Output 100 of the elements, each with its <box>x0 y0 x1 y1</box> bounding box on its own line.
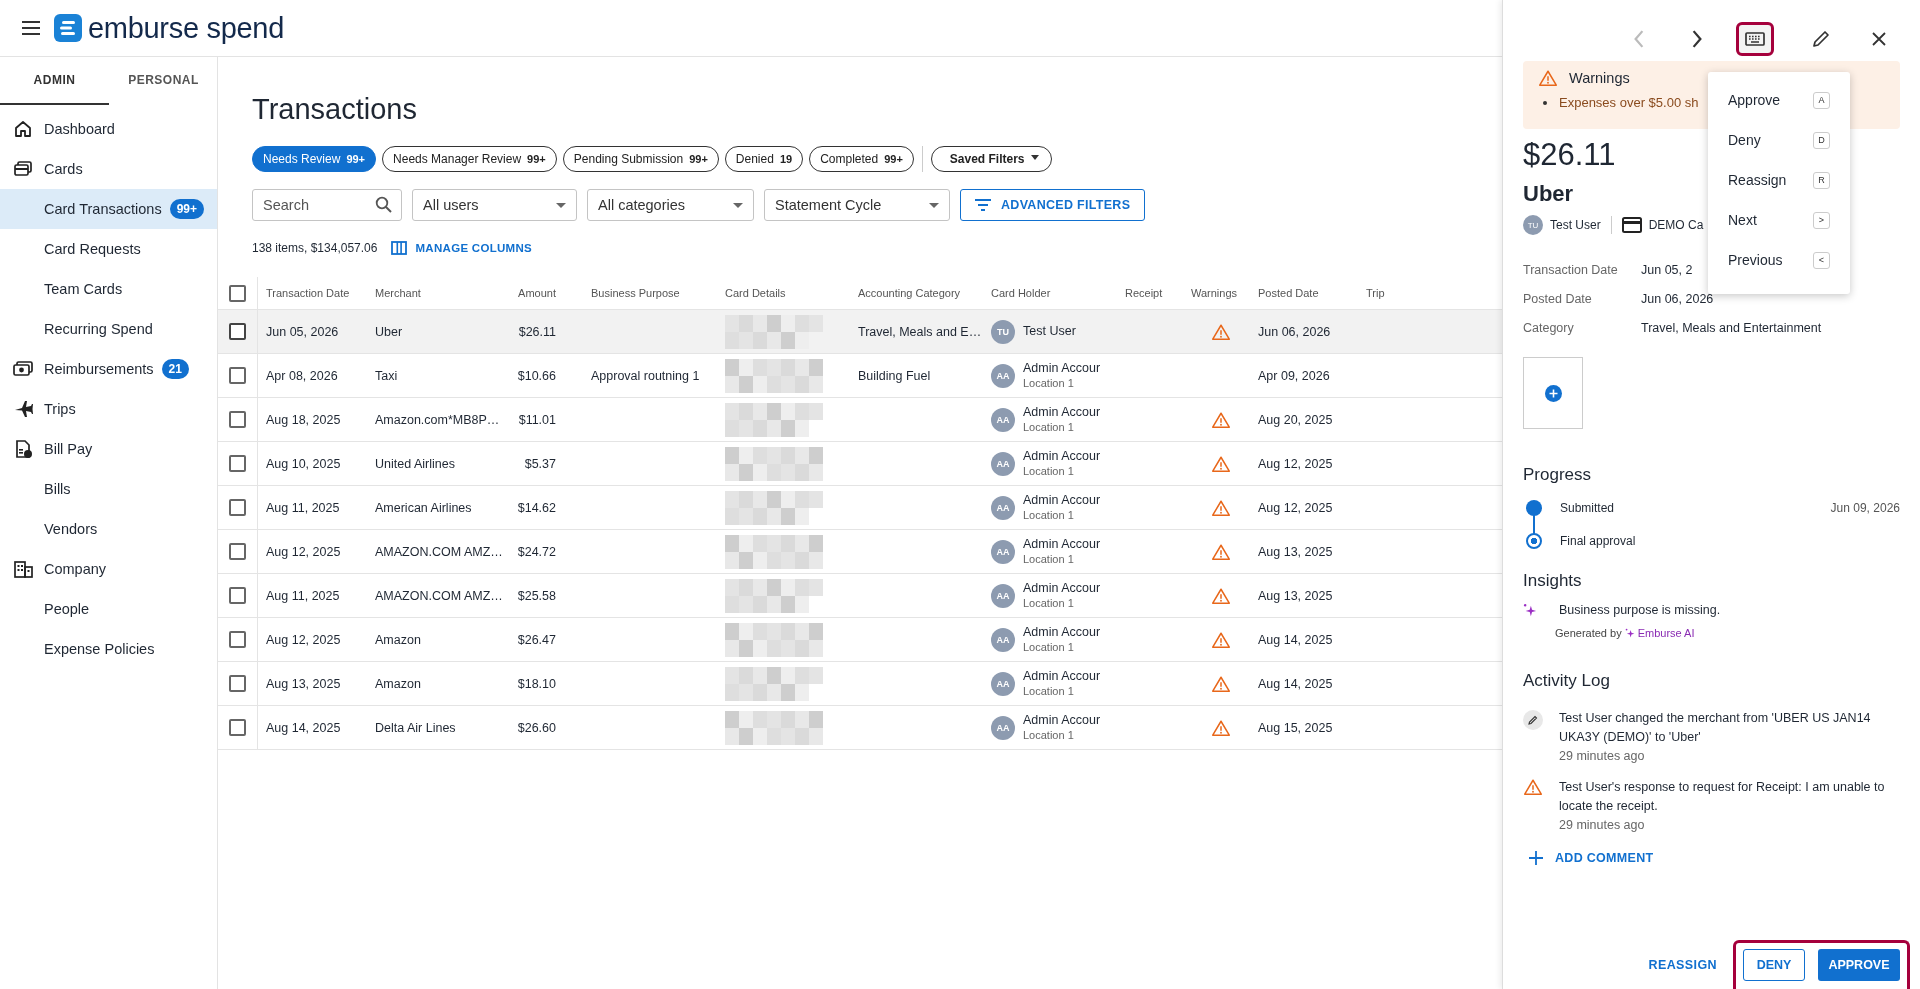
nav-item[interactable]: Card Requests <box>0 229 217 269</box>
nav-label: Card Transactions <box>44 201 162 217</box>
nav-item[interactable]: Vendors <box>0 509 217 549</box>
checkbox[interactable] <box>229 323 246 340</box>
select-field[interactable]: Statement Cycle <box>764 189 950 221</box>
holder-location: Location 1 <box>1023 595 1075 611</box>
filter-chip[interactable]: Completed 99+ <box>809 146 914 172</box>
table-cell-text: Apr 08, 2026 <box>265 368 339 383</box>
avatar: AA <box>991 451 1015 476</box>
table-cell-text: Aug 15, 2025 <box>1257 720 1334 735</box>
insight-text: Business purpose is missing. <box>1559 603 1721 617</box>
nav-item[interactable]: Bills <box>0 469 217 509</box>
manage-columns-link[interactable]: MANAGE COLUMNS <box>391 241 533 255</box>
avatar: AA <box>991 363 1015 388</box>
nav-item[interactable]: Dashboard <box>0 109 217 149</box>
avatar: AA <box>991 671 1015 696</box>
avatar: AA <box>991 495 1015 520</box>
checkbox[interactable] <box>229 367 246 384</box>
checkbox[interactable] <box>229 499 246 516</box>
holder-name: Test User <box>1023 324 1076 339</box>
generated-by-label: Generated by <box>1555 627 1622 639</box>
checkbox[interactable] <box>229 455 246 472</box>
nav-item[interactable]: Expense Policies <box>0 629 217 669</box>
column-header: Card Details <box>724 287 787 299</box>
menu-item[interactable]: Reassign R <box>1708 160 1850 200</box>
nav-item[interactable]: Cards <box>0 149 217 189</box>
advanced-filters-button[interactable]: ADVANCED FILTERS <box>960 189 1146 221</box>
holder-name: Admin Accour <box>1023 360 1101 376</box>
nav-tab[interactable]: PERSONAL <box>109 57 217 105</box>
document-icon <box>13 439 33 459</box>
user-name: Test User <box>1550 218 1601 232</box>
menu-icon[interactable] <box>22 21 40 35</box>
menu-item[interactable]: Previous < <box>1708 240 1850 280</box>
menu-item[interactable]: Next > <box>1708 200 1850 240</box>
filter-chip[interactable]: Needs Manager Review 99+ <box>382 146 557 172</box>
nav-item[interactable]: Bill Pay <box>0 429 217 469</box>
table-row[interactable]: Aug 11, 2025 American Airlines $14.62 AA Admin Accour Location 1 Aug 12, 2025 <box>218 486 1502 530</box>
saved-filters-button[interactable]: Saved Filters <box>930 146 1052 172</box>
building-icon <box>13 559 33 579</box>
table-cell-text: $11.01 <box>517 412 557 427</box>
table-row[interactable]: Aug 12, 2025 AMAZON.COM AMZ… $24.72 AA Admin Accour Location 1 Aug 13, 2025 <box>218 530 1502 574</box>
nav-item[interactable]: Team Cards <box>0 269 217 309</box>
table-cell-text: $25.58 <box>516 588 557 603</box>
deny-button[interactable]: DENY <box>1743 949 1805 981</box>
table-row[interactable]: Aug 18, 2025 Amazon.com*MB8P… $11.01 AA Admin Accour Location 1 Aug 20, 2025 <box>218 398 1502 442</box>
checkbox[interactable] <box>229 719 246 736</box>
search-field[interactable]: Search <box>252 189 402 221</box>
select-value: All users <box>423 197 479 213</box>
sparkle-icon <box>1523 603 1537 617</box>
add-comment-button[interactable]: ADD COMMENT <box>1523 851 1900 865</box>
reassign-button[interactable]: REASSIGN <box>1648 957 1717 972</box>
checkbox[interactable] <box>229 587 246 604</box>
bullet-icon <box>1543 100 1547 105</box>
columns-icon <box>391 241 408 255</box>
sparkle-icon <box>1624 628 1635 638</box>
table-row[interactable]: Aug 11, 2025 AMAZON.COM AMZ… $25.58 AA Admin Accour Location 1 Aug 13, 2025 <box>218 574 1502 618</box>
menu-item[interactable]: Deny D <box>1708 120 1850 160</box>
column-header: Accounting Category <box>857 287 962 299</box>
table-row[interactable]: Jun 05, 2026 Uber $26.11 Travel, Meals and E… TU Test User Jun 06, 2026 <box>218 310 1502 354</box>
table-row[interactable]: Aug 14, 2025 Delta Air Lines $26.60 AA Admin Accour Location 1 Aug 15, 2025 <box>218 706 1502 750</box>
menu-item[interactable]: Approve A <box>1708 80 1850 120</box>
nav-tab[interactable]: ADMIN <box>0 57 109 105</box>
section-title: Insights <box>1523 571 1583 591</box>
nav-item[interactable]: Trips <box>0 389 217 429</box>
nav-item[interactable]: Reimbursements 21 <box>0 349 217 389</box>
approve-button[interactable]: APPROVE <box>1818 949 1900 981</box>
nav-item[interactable]: People <box>0 589 217 629</box>
section-title: Progress <box>1523 465 1593 485</box>
table-row[interactable]: Aug 13, 2025 Amazon $18.10 AA Admin Accour Location 1 Aug 14, 2025 <box>218 662 1502 706</box>
checkbox[interactable] <box>229 411 246 428</box>
table-cell-text: Building Fuel <box>857 368 932 383</box>
table-cell-text: Approval routning 1 <box>590 368 701 383</box>
keyboard-button[interactable] <box>1736 22 1774 56</box>
activity-text: Test User's response to request for Receipt: I am unable to locate the receipt. <box>1559 779 1886 815</box>
table-cell-text: Aug 12, 2025 <box>1257 500 1334 515</box>
nav-item[interactable]: Company <box>0 549 217 589</box>
nav-item[interactable]: Recurring Spend <box>0 309 217 349</box>
nav-item[interactable]: Card Transactions 99+ <box>0 189 217 229</box>
card-icon <box>1621 217 1642 233</box>
holder-name: Admin Accour <box>1023 624 1101 640</box>
next-icon <box>1692 30 1702 48</box>
checkbox[interactable] <box>229 543 246 560</box>
plus-icon <box>1529 851 1543 865</box>
nav-label: Vendors <box>44 521 98 537</box>
table-row[interactable]: Aug 12, 2025 Amazon $26.47 AA Admin Accour Location 1 Aug 14, 2025 <box>218 618 1502 662</box>
filter-chip[interactable]: Denied 19 <box>724 146 804 172</box>
table-cell-text: Amazon <box>374 632 422 647</box>
filter-chip[interactable]: Needs Review 99+ <box>252 146 377 172</box>
warning-text: Expenses over $5.00 sh <box>1559 95 1699 110</box>
select-field[interactable]: All users <box>412 189 577 221</box>
filter-chip[interactable]: Pending Submission 99+ <box>562 146 719 172</box>
table-cell-text: Aug 10, 2025 <box>265 456 342 471</box>
receipt-upload-box[interactable] <box>1523 357 1583 429</box>
checkbox[interactable] <box>229 675 246 692</box>
checkbox[interactable] <box>229 284 246 302</box>
table-row[interactable]: Apr 08, 2026 Taxi $10.66 Approval routning 1 Building Fuel AA Admin Accour Location 1 Apr 09, 2026 <box>218 354 1502 398</box>
table-row[interactable]: Aug 10, 2025 United Airlines $5.37 AA Admin Accour Location 1 Aug 12, 2025 <box>218 442 1502 486</box>
checkbox[interactable] <box>229 631 246 648</box>
table-cell-text: Aug 12, 2025 <box>265 632 342 647</box>
select-field[interactable]: All categories <box>587 189 754 221</box>
